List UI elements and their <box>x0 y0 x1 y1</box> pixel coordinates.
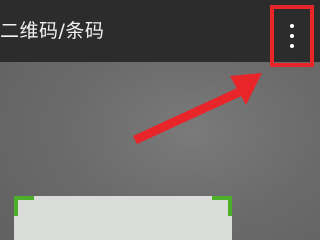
page-title: 二维码/条码 <box>0 20 105 42</box>
scan-corner-top-left <box>14 196 34 216</box>
scan-corner-top-right <box>212 196 232 216</box>
scan-frame <box>14 196 232 240</box>
more-vert-icon <box>289 21 295 51</box>
more-options-button[interactable] <box>270 5 314 67</box>
